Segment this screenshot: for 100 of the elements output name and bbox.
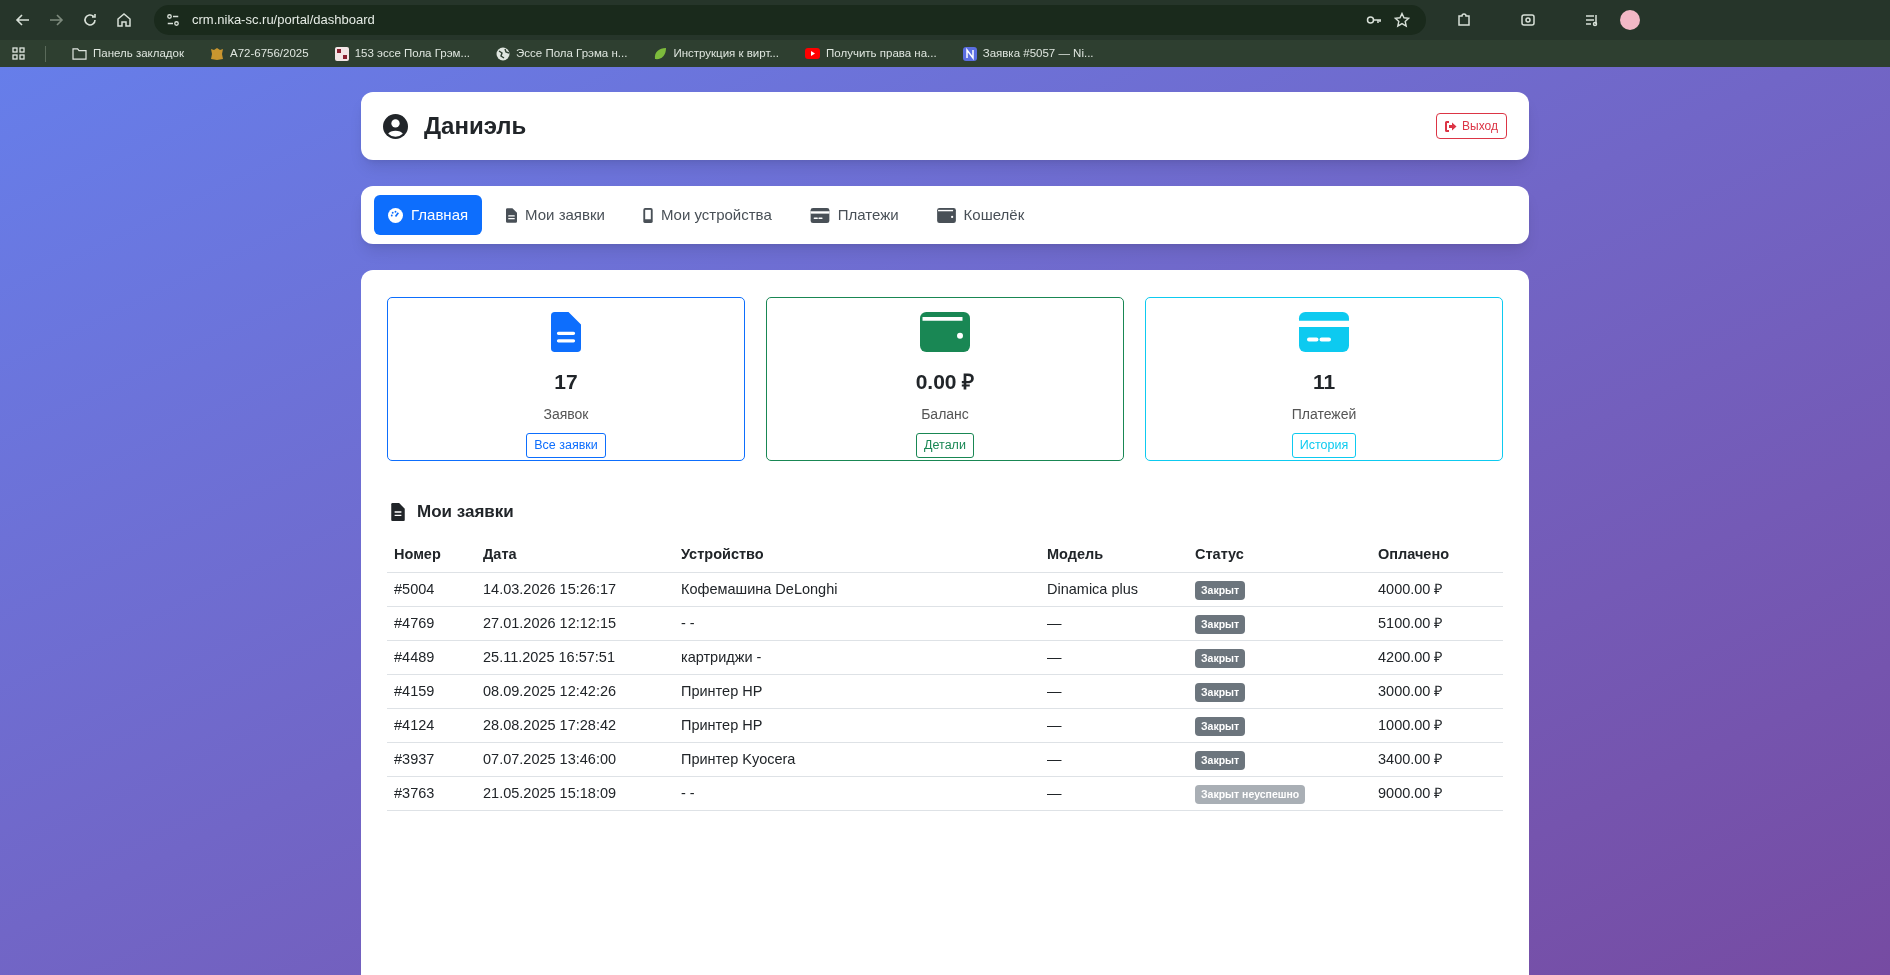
table-cell: #5004 [394,580,435,597]
bookmark[interactable]: Получить права на... [799,44,943,63]
nav-tab[interactable]: Мои заявки [492,195,619,235]
profile-avatar[interactable] [1620,10,1640,30]
apps-icon[interactable] [12,47,25,60]
stat-label: Платежей [1291,404,1357,424]
table-cell: 5100.00 ₽ [1378,614,1443,631]
status-badge: Закрыт неуспешно [1195,784,1306,805]
user-icon [383,113,408,139]
table-cell: #4159 [394,682,435,699]
stat-label: Заявок [543,404,589,424]
wallet-icon [936,207,956,223]
bookmark[interactable]: Заявка #5057 — Ni... [956,44,1100,63]
table-cell: 3000.00 ₽ [1378,682,1443,699]
table-cell: - - [681,784,695,801]
logout-icon [1445,120,1458,132]
table-cell: — [1047,750,1062,767]
table-cell: — [1047,716,1062,733]
table-cell: 4000.00 ₽ [1378,580,1443,597]
credit-card-icon [1298,312,1350,352]
document-icon [551,312,581,352]
url-text: crm.nika-sc.ru/portal/dashboard [192,11,376,30]
reload-icon[interactable] [82,12,98,28]
leaf-icon [653,46,668,61]
document-icon [391,502,405,521]
stat-value: 0.00 ₽ [915,369,975,395]
table-cell: Принтер HP [681,716,763,733]
bookmark[interactable]: Инструкция к вирт... [647,44,785,63]
table-cell: 3400.00 ₽ [1378,750,1443,767]
address-bar[interactable]: crm.nika-sc.ru/portal/dashboard [154,5,1426,35]
table-cell: картриджи - [681,648,762,665]
globe-icon [496,46,511,61]
column-header: Устройство [681,546,764,563]
table-cell: 1000.00 ₽ [1378,716,1443,733]
table-cell: Принтер Kyocera [681,750,796,767]
column-header: Номер [394,546,441,563]
tile-icon [334,46,349,61]
table-cell: #4769 [394,614,435,631]
table-cell: Кофемашина DeLonghi [681,580,838,597]
table-cell: 9000.00 ₽ [1378,784,1443,801]
back-icon[interactable] [15,12,31,28]
status-badge: Закрыт [1195,648,1246,669]
stat-button[interactable]: Все заявки [526,432,606,458]
emblem-icon [210,46,224,61]
forward-icon[interactable] [48,12,64,28]
table-cell: #3937 [394,750,435,767]
section-title: Мои заявки [417,501,514,523]
table-cell: #4124 [394,716,435,733]
status-badge: Закрыт [1195,716,1246,737]
column-header: Модель [1047,546,1104,563]
status-badge: Закрыт [1195,580,1246,601]
bookmark[interactable]: Панель закладок [66,44,190,63]
table-cell: Dinamica plus [1047,580,1139,597]
wallet-icon [920,312,970,352]
logout-button[interactable]: Выход [1436,113,1507,139]
stat-label: Баланс [921,404,969,424]
stat-button[interactable]: Детали [916,432,974,458]
play-icon [805,48,820,59]
nav-tab[interactable]: Платежи [795,195,913,235]
table-cell: 21.05.2025 15:18:09 [483,784,617,801]
home-icon[interactable] [116,12,132,28]
column-header: Оплачено [1378,546,1450,563]
document-icon [506,207,518,223]
bookmark[interactable]: 153 эссе Пола Грэм... [328,44,477,63]
gauge-icon [388,207,403,223]
table-cell: 27.01.2026 12:12:15 [483,614,617,631]
table-cell: — [1047,682,1062,699]
table-cell: — [1047,784,1062,801]
table-cell: #3763 [394,784,435,801]
user-name: Даниэль [424,111,528,141]
screenshot-icon[interactable] [1520,12,1536,28]
status-badge: Закрыт [1195,614,1246,635]
table-cell: — [1047,614,1062,631]
column-header: Статус [1195,546,1244,563]
table-cell: 4200.00 ₽ [1378,648,1443,665]
nav-tab[interactable]: Мои устройства [628,195,786,235]
table-cell: 07.07.2025 13:46:00 [483,750,617,767]
table-cell: Принтер HP [681,682,763,699]
stat-value: 17 [554,369,578,395]
folder-icon [72,47,87,60]
stat-value: 11 [1312,369,1336,395]
bookmark[interactable]: Эссе Пола Грэма н... [490,44,634,63]
star-icon[interactable] [1394,12,1410,28]
table-cell: 08.09.2025 12:42:26 [483,682,617,699]
nav-tab[interactable]: Главная [374,195,483,235]
app-icon [962,46,977,61]
table-cell: 25.11.2025 16:57:51 [483,648,615,665]
table-cell: - - [681,614,695,631]
table-cell: 28.08.2025 17:28:42 [483,716,617,733]
table-cell: 14.03.2026 15:26:17 [483,580,617,597]
site-settings-icon [166,13,180,27]
table-cell: #4489 [394,648,435,665]
nav-tab[interactable]: Кошелёк [922,195,1039,235]
playlist-icon[interactable] [1584,12,1600,28]
bookmark[interactable]: А72-6756/2025 [204,44,315,63]
extensions-icon[interactable] [1456,12,1472,28]
phone-icon [642,207,653,223]
status-badge: Закрыт [1195,682,1246,703]
table-cell: — [1047,648,1062,665]
credit-card-icon [809,207,830,223]
